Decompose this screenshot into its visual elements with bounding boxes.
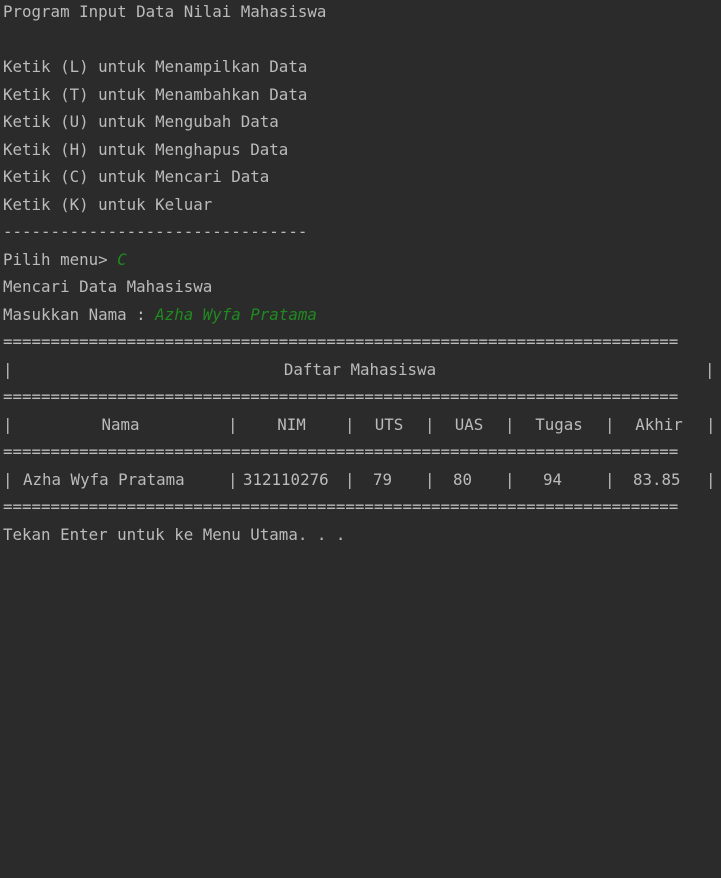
header-nim: NIM (277, 414, 306, 434)
menu-input[interactable]: C (117, 250, 127, 269)
console-output: Program Input Data Nilai Mahasiswa Ketik… (3, 0, 721, 548)
prompt-label: Pilih menu> (3, 249, 118, 269)
cell-nim: 312110276 (243, 469, 329, 489)
table-title: Daftar Mahasiswa (283, 359, 437, 379)
menu-item-u: Ketik (U) untuk Mengubah Data (3, 112, 279, 131)
table-separator: ========================================… (3, 442, 679, 461)
menu-item-l: Ketik (L) untuk Menampilkan Data (3, 57, 308, 76)
table-separator: ========================================… (3, 497, 679, 516)
table-separator: ========================================… (3, 387, 679, 406)
header-uts: UTS (374, 414, 404, 434)
cell-nama: Azha Wyfa Pratama (23, 469, 185, 489)
program-title: Program Input Data Nilai Mahasiswa (3, 2, 327, 21)
menu-divider: -------------------------------- (3, 222, 308, 241)
cell-tugas: 94 (543, 469, 563, 489)
name-prompt[interactable]: Masukkan Nama : Azha Wyfa Pratama (3, 301, 721, 329)
section-title: Mencari Data Mahasiswa (3, 277, 213, 296)
footer-prompt: Tekan Enter untuk ke Menu Utama. . . (3, 524, 346, 544)
cell-uts: 79 (373, 469, 393, 489)
menu-item-h: Ketik (H) untuk Menghapus Data (3, 139, 289, 159)
menu-item-t: Ketik (T) untuk Menambahkan Data (3, 84, 308, 104)
table-row: | Azha Wyfa Pratama | 312110276 | 79 | 8… (3, 466, 721, 494)
header-nama: Nama (101, 414, 140, 434)
menu-item-c: Ketik (C) untuk Mencari Data (3, 167, 270, 186)
header-akhir: Akhir (635, 414, 683, 434)
name-input[interactable]: Azha Wyfa Pratama (155, 305, 317, 324)
header-uas: UAS (454, 414, 484, 434)
table-title-row: | Daftar Mahasiswa | (3, 356, 721, 384)
cell-uas: 80 (453, 469, 473, 489)
menu-item-k: Ketik (K) untuk Keluar (3, 194, 213, 214)
menu-prompt[interactable]: Pilih menu> C (3, 246, 721, 274)
name-prompt-label: Masukkan Nama : (3, 304, 156, 324)
header-tugas: Tugas (535, 414, 583, 434)
table-header-row: | Nama | NIM | UTS | UAS | Tugas | Akhir… (3, 411, 721, 439)
table-separator: ========================================… (3, 332, 679, 351)
cell-akhir: 83.85 (633, 469, 681, 489)
